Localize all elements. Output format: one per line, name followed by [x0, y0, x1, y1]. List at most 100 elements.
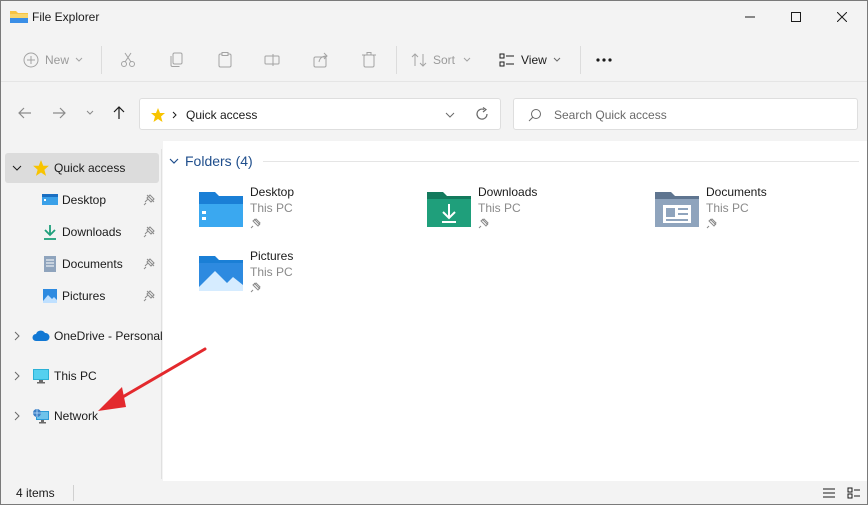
- maximize-icon: [791, 12, 801, 22]
- navigation-bar: Quick access Search Quick access: [1, 89, 867, 137]
- details-view-icon: [823, 488, 835, 498]
- sidebar-item-desktop[interactable]: Desktop: [5, 185, 159, 215]
- search-box[interactable]: Search Quick access: [513, 98, 858, 130]
- pin-icon: [250, 218, 261, 229]
- documents-icon: [44, 256, 56, 272]
- recent-locations-button[interactable]: [80, 103, 100, 123]
- details-view-button[interactable]: [819, 484, 839, 502]
- folder-location: This PC: [250, 265, 293, 279]
- sidebar-item-documents[interactable]: Documents: [5, 249, 159, 279]
- sidebar-item-downloads[interactable]: Downloads: [5, 217, 159, 247]
- pin-icon[interactable]: [143, 258, 155, 270]
- sidebar-item-network[interactable]: Network: [5, 401, 159, 431]
- folder-name: Documents: [706, 185, 767, 199]
- pictures-folder-icon: [199, 256, 243, 291]
- folder-tile-pictures[interactable]: Pictures This PC: [199, 249, 419, 309]
- sidebar-item-onedrive[interactable]: OneDrive - Personal: [5, 321, 163, 351]
- rename-button[interactable]: [264, 42, 280, 78]
- view-label: View: [521, 53, 547, 67]
- sort-icon: [411, 53, 427, 67]
- minimize-button[interactable]: [727, 1, 773, 33]
- navigation-pane: Quick access Desktop Downloads Documents…: [1, 149, 163, 479]
- chevron-down-icon[interactable]: [445, 112, 455, 118]
- sidebar-item-this-pc[interactable]: This PC: [5, 361, 159, 391]
- pin-icon[interactable]: [143, 226, 155, 238]
- cut-button[interactable]: [120, 42, 136, 78]
- up-button[interactable]: [109, 103, 129, 123]
- window-title: File Explorer: [32, 10, 100, 24]
- sidebar-item-pictures[interactable]: Pictures: [5, 281, 159, 311]
- paste-button[interactable]: [217, 42, 233, 78]
- forward-button[interactable]: [49, 103, 69, 123]
- new-button[interactable]: New: [23, 42, 83, 78]
- star-icon: [33, 160, 49, 176]
- copy-button[interactable]: [169, 42, 185, 78]
- folder-name: Desktop: [250, 185, 295, 199]
- folder-name: Downloads: [478, 185, 538, 199]
- chevron-right-icon[interactable]: [11, 330, 23, 342]
- share-icon: [313, 52, 328, 68]
- arrow-left-icon: [18, 107, 31, 119]
- chevron-down-icon: [169, 158, 179, 164]
- desktop-icon: [42, 194, 58, 205]
- folder-tile-desktop[interactable]: Desktop This PC: [199, 185, 419, 245]
- sort-label: Sort: [433, 53, 456, 67]
- new-label: New: [45, 53, 70, 67]
- folders-group-header[interactable]: Folders (4): [169, 153, 253, 169]
- folder-tile-downloads[interactable]: Downloads This PC: [427, 185, 647, 245]
- sidebar-item-label: Quick access: [54, 161, 126, 175]
- pin-icon: [250, 282, 261, 293]
- documents-folder-icon: [655, 192, 699, 227]
- sidebar-item-label: Desktop: [62, 193, 107, 207]
- address-location: Quick access: [186, 108, 258, 122]
- toolbar-divider: [396, 46, 397, 74]
- more-options-button[interactable]: [595, 42, 613, 78]
- command-bar: New Sort View: [1, 38, 867, 82]
- sidebar-item-label: Downloads: [62, 225, 122, 239]
- desktop-folder-icon: [199, 192, 243, 227]
- folder-app-icon: [10, 9, 28, 23]
- close-icon: [837, 12, 847, 22]
- chevron-right-icon: [172, 111, 177, 119]
- close-button[interactable]: [819, 1, 865, 33]
- folder-location: This PC: [706, 201, 749, 215]
- pin-icon[interactable]: [143, 290, 155, 302]
- arrow-up-icon: [113, 106, 125, 119]
- group-divider: [263, 161, 859, 162]
- tiles-view-icon: [847, 487, 860, 499]
- title-bar[interactable]: File Explorer: [1, 1, 867, 33]
- pin-icon: [706, 218, 717, 229]
- search-icon: [528, 109, 541, 122]
- more-dots-icon: [596, 58, 612, 62]
- refresh-icon[interactable]: [475, 107, 489, 121]
- folder-location: This PC: [478, 201, 521, 215]
- rename-icon: [264, 54, 280, 66]
- view-button[interactable]: View: [499, 42, 561, 78]
- plus-circle-icon: [23, 52, 39, 68]
- maximize-button[interactable]: [773, 1, 819, 33]
- clipboard-icon: [218, 52, 232, 68]
- address-bar[interactable]: Quick access: [139, 98, 501, 130]
- pin-icon[interactable]: [143, 194, 155, 206]
- downloads-folder-icon: [427, 192, 471, 227]
- pictures-icon: [43, 289, 57, 303]
- status-bar: 4 items: [1, 481, 867, 504]
- chevron-right-icon[interactable]: [11, 410, 23, 422]
- delete-button[interactable]: [361, 42, 377, 78]
- chevron-down-icon[interactable]: [11, 162, 23, 174]
- cloud-icon: [32, 330, 50, 341]
- chevron-down-icon: [463, 57, 471, 62]
- chevron-right-icon[interactable]: [11, 370, 23, 382]
- folder-tile-documents[interactable]: Documents This PC: [655, 185, 867, 245]
- computer-icon: [33, 369, 49, 384]
- back-button[interactable]: [15, 103, 35, 123]
- share-button[interactable]: [313, 42, 329, 78]
- chevron-down-icon: [75, 57, 83, 62]
- sidebar-item-quick-access[interactable]: Quick access: [5, 153, 159, 183]
- scissors-icon: [121, 52, 135, 67]
- tiles-view-button[interactable]: [844, 484, 864, 502]
- star-icon: [151, 108, 165, 122]
- sort-button[interactable]: Sort: [411, 42, 471, 78]
- sidebar-item-label: OneDrive - Personal: [54, 329, 163, 343]
- toolbar-divider: [580, 46, 581, 74]
